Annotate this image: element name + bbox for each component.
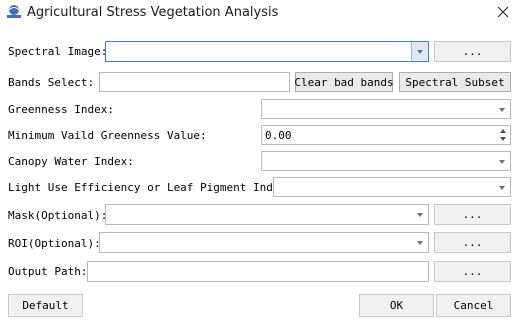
default-button[interactable]: Default [8, 294, 83, 317]
chevron-down-icon[interactable] [494, 100, 510, 118]
min-greenness-spinbox[interactable]: 0.00 [261, 125, 511, 145]
cancel-button[interactable]: Cancel [436, 294, 511, 317]
mask-label: Mask(Optional): [8, 209, 108, 222]
spectral-image-combo[interactable] [105, 41, 429, 62]
clear-bad-bands-button[interactable]: Clear bad bands [294, 72, 394, 92]
mask-browse-button[interactable]: ... [434, 204, 511, 225]
light-use-label: Light Use Efficiency or Leaf Pigment Ind… [8, 181, 293, 194]
chevron-down-icon[interactable] [412, 205, 428, 224]
chevron-down-icon[interactable] [494, 152, 510, 170]
min-greenness-label: Minimum Vaild Greenness Value: [8, 129, 207, 142]
mask-combo[interactable] [105, 204, 429, 225]
bands-select-label: Bands Select: [8, 76, 95, 89]
greenness-index-combo[interactable] [261, 99, 511, 119]
output-path-input[interactable] [87, 261, 429, 282]
spin-arrows-icon[interactable] [496, 126, 510, 144]
roi-combo[interactable] [99, 232, 429, 253]
greenness-index-label: Greenness Index: [8, 103, 114, 116]
spectral-subset-button[interactable]: Spectral Subset [399, 72, 511, 92]
window-title: Agricultural Stress Vegetation Analysis [27, 5, 279, 20]
output-path-browse-button[interactable]: ... [434, 261, 511, 282]
chevron-down-icon[interactable] [412, 233, 428, 252]
spectral-image-browse-button[interactable]: ... [434, 41, 511, 62]
light-use-combo[interactable] [273, 177, 511, 197]
bands-select-input[interactable] [99, 72, 290, 92]
canopy-water-combo[interactable] [261, 151, 511, 171]
ok-button[interactable]: OK [359, 294, 434, 317]
spectral-image-label: Spectral Image: [8, 45, 108, 58]
min-greenness-value: 0.00 [265, 129, 292, 142]
chevron-down-icon[interactable] [411, 42, 428, 61]
output-path-label: Output Path: [8, 265, 88, 278]
chevron-down-icon[interactable] [494, 178, 510, 196]
roi-label: ROI(Optional): [8, 237, 101, 250]
canopy-water-label: Canopy Water Index: [8, 155, 134, 168]
close-icon[interactable] [495, 4, 511, 20]
app-logo-icon [6, 4, 22, 20]
roi-browse-button[interactable]: ... [434, 232, 511, 253]
